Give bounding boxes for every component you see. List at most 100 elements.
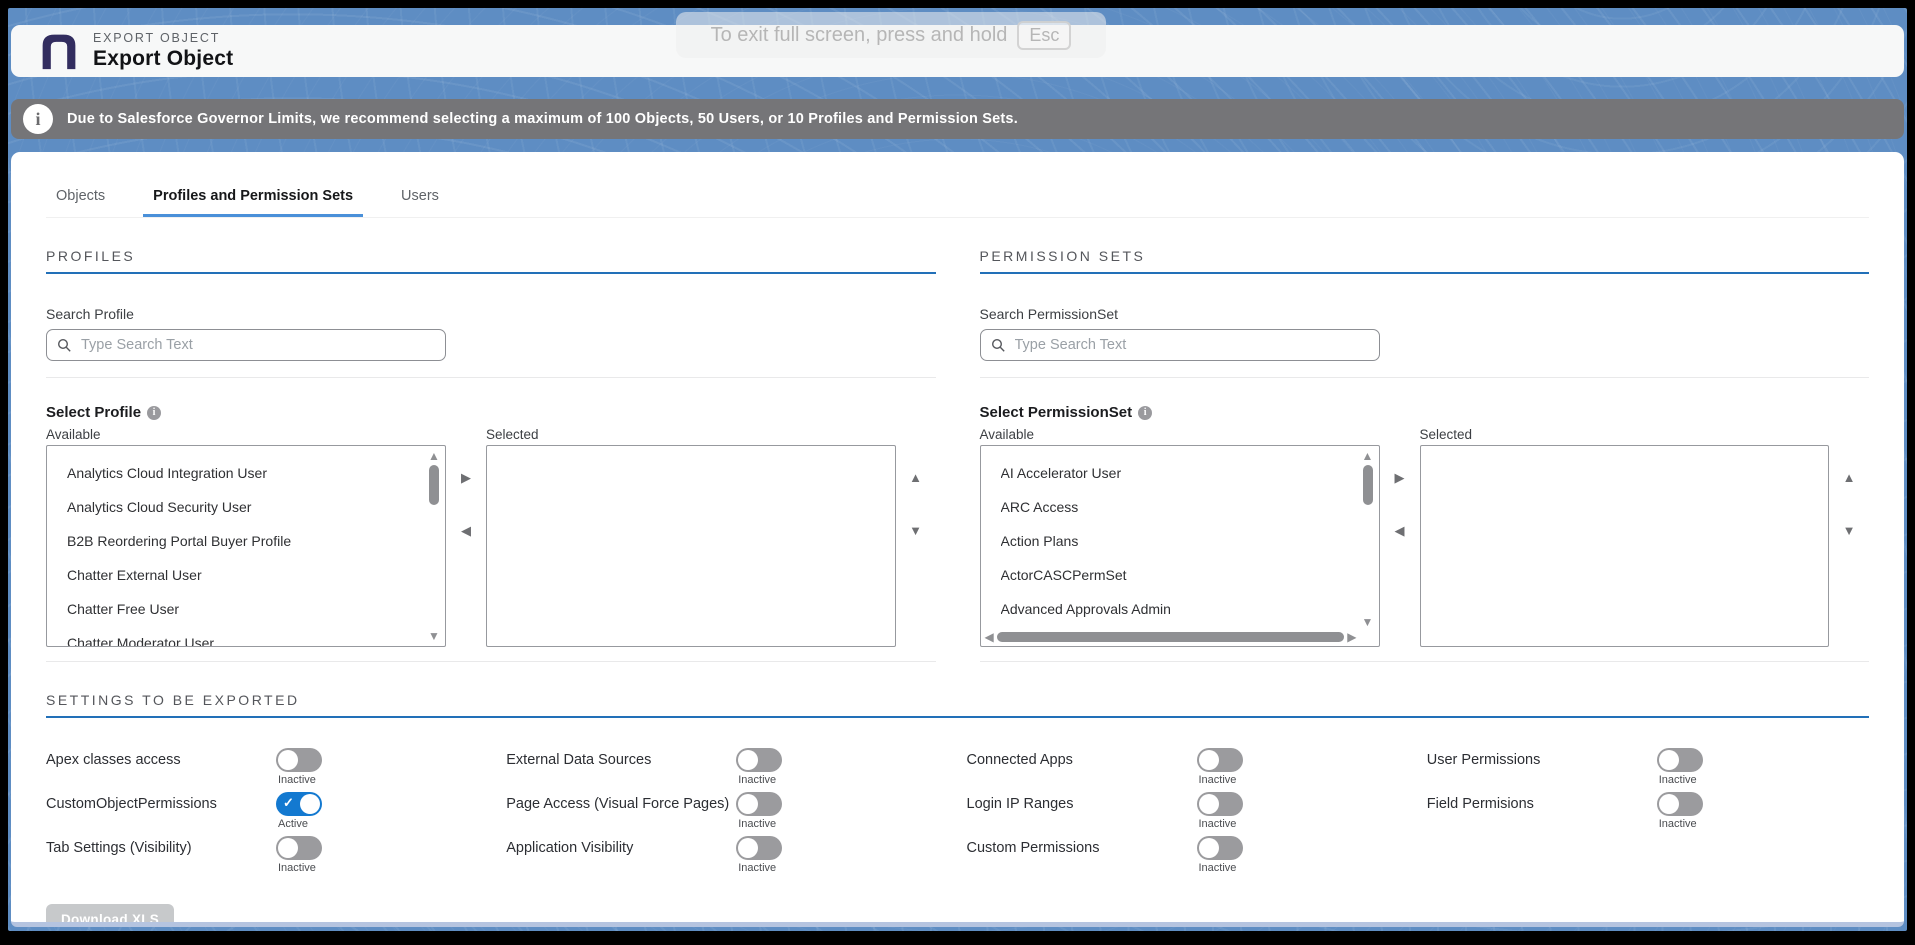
setting-label: Connected Apps [967,748,1197,772]
profiles-section-title: PROFILES [46,248,936,274]
setting-label: External Data Sources [506,748,736,772]
toggle-switch[interactable]: ✓ [736,836,782,860]
toggle-switch[interactable]: ✓ [1197,836,1243,860]
profile-search-input[interactable] [81,337,435,353]
search-icon [991,338,1006,353]
scroll-down-icon[interactable]: ▼ [1362,616,1374,628]
search-profile-label: Search Profile [46,306,936,322]
header-eyebrow: EXPORT OBJECT [93,31,233,45]
permissionset-search-box [980,329,1380,361]
toggle-switch[interactable]: ✓ [736,792,782,816]
scrollbar-thumb[interactable] [1363,465,1373,505]
main-content-card: Objects Profiles and Permission Sets Use… [11,152,1904,927]
select-permissionset-label: Select PermissionSet [980,404,1133,421]
toggle-switch[interactable]: ✓ [1197,748,1243,772]
list-item[interactable]: Advanced Approvals Admin [1001,592,1353,626]
setting-label: User Permissions [1427,748,1657,772]
tab-objects[interactable]: Objects [46,182,115,217]
scroll-left-icon[interactable]: ◀ [985,631,994,643]
setting-label: Apex classes access [46,748,276,772]
download-xls-button[interactable]: Download XLS [46,904,174,927]
toggle-switch[interactable]: ✓ [736,748,782,772]
select-profile-label: Select Profile [46,404,141,421]
scrollbar-thumb[interactable] [429,465,439,505]
select-profile-info-icon[interactable]: i [147,406,161,420]
toggle-switch[interactable]: ✓ [1197,792,1243,816]
search-icon [57,338,72,353]
permissionsets-selected-label: Selected [1420,427,1473,442]
governor-limits-banner: i Due to Salesforce Governor Limits, we … [11,99,1904,139]
list-item[interactable]: Chatter Free User [67,592,419,626]
list-item[interactable]: Analytics Cloud Security User [67,490,419,524]
setting-row: Tab Settings (Visibility)✓Inactive [46,836,488,874]
move-left-icon[interactable]: ◀ [461,524,471,537]
settings-section: SETTINGS TO BE EXPORTED Apex classes acc… [46,692,1869,880]
profile-search-box [46,329,446,361]
select-permissionset-info-icon[interactable]: i [1138,406,1152,420]
page-header: EXPORT OBJECT Export Object [11,25,1904,77]
toggle-knob [278,750,298,770]
move-down-icon[interactable]: ▼ [1843,524,1856,537]
scroll-down-icon[interactable]: ▼ [428,630,440,642]
toggle-switch[interactable]: ✓ [1657,792,1703,816]
permissionsets-selected-listbox[interactable] [1420,445,1830,647]
move-right-icon[interactable]: ▶ [1395,471,1405,484]
setting-label: Page Access (Visual Force Pages) [506,792,736,816]
permission-sets-section: PERMISSION SETS Search PermissionSet Sel… [980,248,1870,662]
list-item[interactable]: Chatter External User [67,558,419,592]
settings-section-title: SETTINGS TO BE EXPORTED [46,692,1869,718]
toggle-knob [1659,794,1679,814]
vertical-scrollbar[interactable]: ▲ ▼ [1361,450,1375,628]
permissionset-search-input[interactable] [1015,337,1369,353]
toggle-knob [1659,750,1679,770]
setting-label: Field Permisions [1427,792,1657,816]
move-left-icon[interactable]: ◀ [1395,524,1405,537]
setting-row: Login IP Ranges✓Inactive [967,792,1409,830]
scrollbar-thumb[interactable] [997,632,1345,642]
list-item[interactable]: B2B Reordering Portal Buyer Profile [67,524,419,558]
horizontal-scrollbar[interactable]: ◀ ▶ [985,630,1357,644]
scroll-right-icon[interactable]: ▶ [1347,631,1356,643]
toggle-switch[interactable]: ✓ [1657,748,1703,772]
list-item[interactable]: Analytics Cloud Integration User [67,456,419,490]
banner-text: Due to Salesforce Governor Limits, we re… [67,111,1018,127]
toggle-knob [300,794,320,814]
list-item[interactable]: ARC Access [1001,490,1353,524]
move-up-icon[interactable]: ▲ [909,471,922,484]
scroll-up-icon[interactable]: ▲ [428,450,440,462]
toggle-knob [1199,750,1219,770]
profiles-selected-listbox[interactable] [486,445,896,647]
list-item[interactable]: AI Accelerator User [1001,456,1353,490]
toggle-knob [738,750,758,770]
toggle-switch[interactable]: ✓ [276,748,322,772]
setting-row: Custom Permissions✓Inactive [967,836,1409,874]
toggle-knob [738,838,758,858]
setting-row: External Data Sources✓Inactive [506,748,948,786]
move-right-icon[interactable]: ▶ [461,471,471,484]
toggle-state-label: Inactive [1657,818,1703,830]
check-icon: ✓ [283,795,294,811]
toggle-state-label: Inactive [276,774,322,786]
toggle-state-label: Inactive [1657,774,1703,786]
tab-users[interactable]: Users [391,182,449,217]
toggle-knob [278,838,298,858]
move-down-icon[interactable]: ▼ [909,524,922,537]
divider [46,377,936,378]
toggle-switch[interactable]: ✓ [276,836,322,860]
toggle-switch[interactable]: ✓ [276,792,322,816]
profiles-available-listbox[interactable]: Analytics Cloud Integration UserAnalytic… [46,445,446,647]
list-item[interactable]: ActorCASCPermSet [1001,558,1353,592]
profiles-selected-label: Selected [486,427,539,442]
toggle-state-label: Inactive [1197,774,1243,786]
toggle-knob [1199,838,1219,858]
move-up-icon[interactable]: ▲ [1843,471,1856,484]
list-item[interactable]: Action Plans [1001,524,1353,558]
vertical-scrollbar[interactable]: ▲ ▼ [427,450,441,642]
permissionsets-available-label: Available [980,427,1380,442]
permissionsets-available-listbox[interactable]: AI Accelerator UserARC AccessAction Plan… [980,445,1380,647]
tab-profiles-and-permission-sets[interactable]: Profiles and Permission Sets [143,182,363,217]
list-item[interactable]: Chatter Moderator User [67,626,419,647]
setting-label: Custom Permissions [967,836,1197,860]
setting-label: Tab Settings (Visibility) [46,836,276,860]
scroll-up-icon[interactable]: ▲ [1362,450,1374,462]
